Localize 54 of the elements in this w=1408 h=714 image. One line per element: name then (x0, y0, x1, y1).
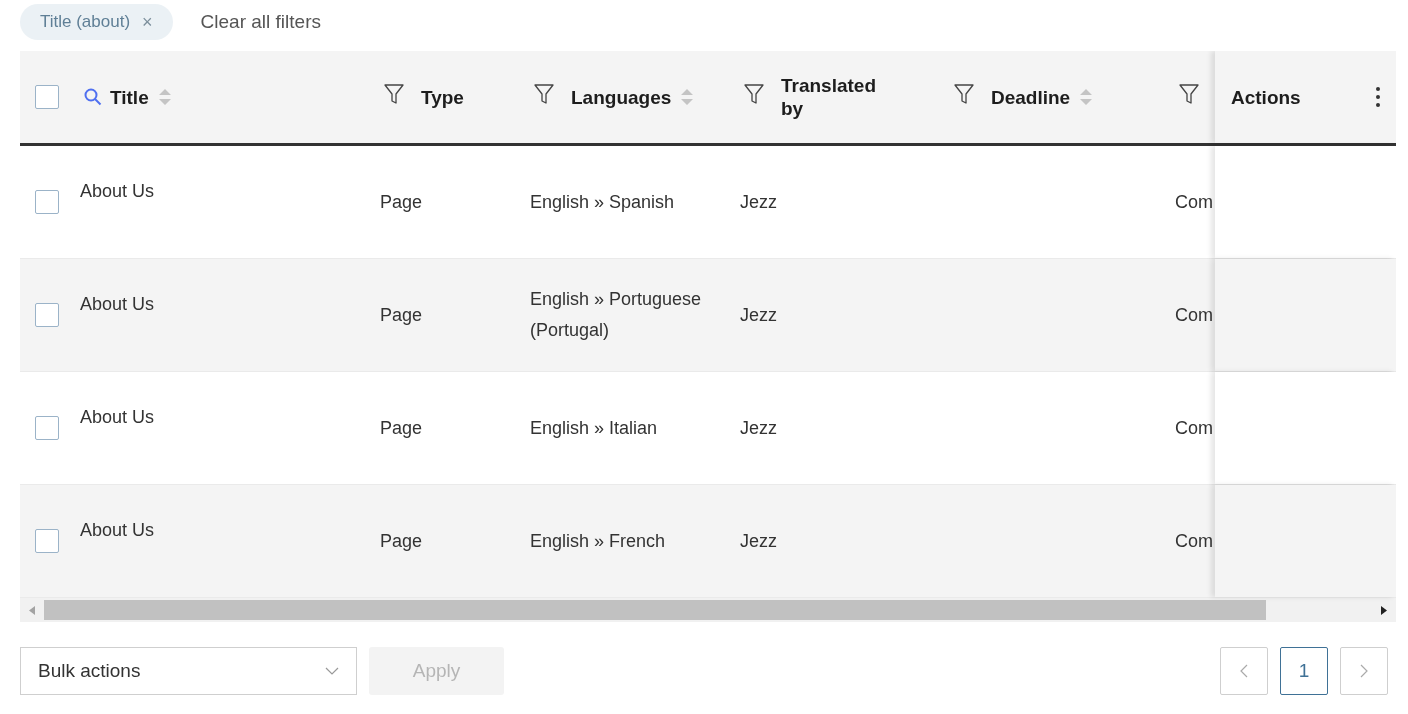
table-cell-text: Jezz (740, 303, 777, 327)
table-cell-text: Jezz (740, 416, 777, 440)
table-cell-text: Jezz (740, 529, 777, 553)
column-header: Type (421, 85, 464, 109)
clear-filters-link[interactable]: Clear all filters (200, 7, 321, 37)
checkbox[interactable] (35, 190, 59, 214)
table-cell-text: About Us (80, 406, 155, 429)
table-cell-text: Page (380, 416, 423, 440)
previous-page-button[interactable] (1220, 647, 1268, 695)
table-cell-text: Com (1175, 190, 1213, 214)
filter-icon[interactable] (954, 84, 974, 104)
table-cell-text: Page (380, 529, 423, 553)
checkbox[interactable] (35, 303, 59, 327)
filter-icon[interactable] (534, 84, 554, 104)
filter-icon[interactable] (384, 84, 404, 104)
checkbox[interactable] (35, 85, 59, 109)
filter-chip[interactable]: Title (about) × (20, 4, 173, 40)
next-page-button[interactable] (1340, 647, 1388, 695)
table-cell-text: About Us (80, 519, 155, 542)
column-header: Actions (1231, 85, 1301, 109)
chevron-right-icon (1360, 664, 1368, 678)
checkbox[interactable] (35, 416, 59, 440)
table-cell-text: About Us (80, 293, 155, 316)
column-header[interactable]: Title (110, 85, 149, 109)
table-cell-text: English » French (530, 529, 666, 553)
table-cell-text: Com (1175, 416, 1213, 440)
search-icon[interactable] (84, 88, 102, 106)
checkbox[interactable] (35, 529, 59, 553)
bulk-actions-dropdown[interactable]: Bulk actions (20, 647, 357, 695)
table-cell-text: Page (380, 190, 423, 214)
table-cell-text: English » Italian (530, 416, 658, 440)
more-options-icon[interactable] (1376, 87, 1380, 107)
chevron-down-icon (325, 667, 339, 675)
scroll-right-icon[interactable] (1381, 605, 1387, 615)
filter-icon[interactable] (1179, 84, 1199, 104)
sort-icon[interactable] (681, 89, 694, 105)
scrollbar-thumb[interactable] (44, 600, 1266, 620)
table-cell-text: Com (1175, 529, 1213, 553)
page-button[interactable]: 1 (1280, 647, 1328, 695)
filter-icon[interactable] (744, 84, 764, 104)
column-header[interactable]: Deadline (991, 85, 1071, 109)
horizontal-scrollbar[interactable] (20, 598, 1396, 622)
table-cell-text: English » Spanish (530, 190, 675, 214)
table-cell-text: Com (1175, 303, 1213, 327)
scroll-left-icon[interactable] (29, 605, 35, 615)
sort-icon[interactable] (1080, 89, 1093, 105)
sort-icon[interactable] (158, 89, 171, 105)
chevron-left-icon (1240, 664, 1248, 678)
column-header: Translated by (781, 74, 878, 120)
table-cell-text: Jezz (740, 190, 777, 214)
table-cell-text: Page (380, 303, 423, 327)
table-cell-text: English » Portuguese (Portugal) (530, 288, 703, 342)
table-cell-text: About Us (80, 180, 155, 203)
column-header[interactable]: Languages (571, 85, 672, 109)
